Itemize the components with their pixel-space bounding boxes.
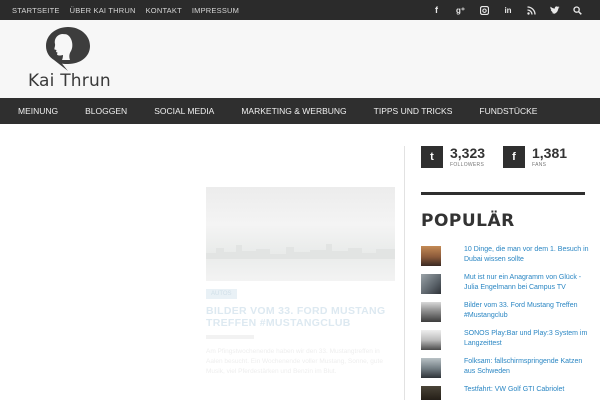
twitter-icon[interactable]: t	[421, 146, 443, 168]
popular-list: 10 Dinge, die man vor dem 1. Besuch in D…	[421, 245, 591, 400]
article-excerpt: Am Pfingstwochenende haben wir den 33. M…	[206, 348, 383, 375]
sidebar-divider	[404, 146, 405, 400]
popular-thumbnail[interactable]	[421, 274, 441, 294]
article-title[interactable]: BILDER VOM 33. FORD MUSTANG TREFFEN #MUS…	[206, 305, 395, 329]
linkedin-icon[interactable]: in	[503, 6, 513, 15]
popular-link[interactable]: Testfahrt: VW Golf GTI Cabriolet	[464, 385, 591, 395]
top-link-startseite[interactable]: STARTSEITE	[12, 6, 60, 15]
nav-item-bloggen[interactable]: BLOGGEN	[85, 106, 127, 116]
nav-item-social-media[interactable]: SOCIAL MEDIA	[154, 106, 214, 116]
popular-thumbnail[interactable]	[421, 330, 441, 350]
top-link-ueber[interactable]: ÜBER KAI THRUN	[70, 6, 136, 15]
site-header: Kai Thrun	[0, 20, 600, 98]
top-link-kontakt[interactable]: KONTAKT	[146, 6, 182, 15]
facebook-label: FANS	[532, 162, 547, 168]
top-nav: STARTSEITE ÜBER KAI THRUN KONTAKT IMPRES…	[12, 0, 239, 20]
facebook-icon[interactable]: f	[503, 146, 525, 168]
nav-item-tipps[interactable]: TIPPS UND TRICKS	[374, 106, 453, 116]
facebook-icon[interactable]: f	[432, 5, 441, 15]
popular-link[interactable]: Folksam: fallschirmspringende Katzen aus…	[464, 357, 591, 377]
popular-link[interactable]: Mut ist nur ein Anagramm von Glück - Jul…	[464, 273, 591, 293]
twitter-count: 3,323	[450, 145, 486, 161]
popular-link[interactable]: SONOS Play:Bar und Play:3 System im Lang…	[464, 329, 591, 349]
facebook-counter[interactable]: f 1,381 FANS	[503, 146, 567, 168]
rss-icon[interactable]	[527, 5, 536, 15]
article-card: AUTOS BILDER VOM 33. FORD MUSTANG TREFFE…	[206, 187, 395, 377]
popular-thumbnail[interactable]	[421, 302, 441, 322]
nav-item-fundstuecke[interactable]: FUNDSTÜCKE	[479, 106, 537, 116]
logo-icon[interactable]	[42, 26, 92, 72]
top-bar: STARTSEITE ÜBER KAI THRUN KONTAKT IMPRES…	[0, 0, 600, 20]
twitter-label: FOLLOWERS	[450, 162, 485, 168]
popular-link[interactable]: 10 Dinge, die man vor dem 1. Besuch in D…	[464, 245, 591, 265]
popular-item[interactable]: Folksam: fallschirmspringende Katzen aus…	[421, 357, 591, 385]
popular-heading: POPULÄR	[421, 211, 515, 231]
popular-item[interactable]: Bilder vom 33. Ford Mustang Treffen #Mus…	[421, 301, 591, 329]
popular-item[interactable]: Testfahrt: VW Golf GTI Cabriolet	[421, 385, 591, 400]
facebook-count: 1,381	[532, 145, 568, 161]
popular-item[interactable]: Mut ist nur ein Anagramm von Glück - Jul…	[421, 273, 591, 301]
main-nav: MEINUNG BLOGGEN SOCIAL MEDIA MARKETING &…	[0, 98, 600, 124]
nav-item-meinung[interactable]: MEINUNG	[18, 106, 58, 116]
popular-link[interactable]: Bilder vom 33. Ford Mustang Treffen #Mus…	[464, 301, 591, 321]
article-image[interactable]	[206, 187, 395, 281]
popular-rule	[421, 192, 585, 195]
article-meta	[206, 335, 254, 339]
search-icon[interactable]	[573, 5, 582, 15]
popular-item[interactable]: SONOS Play:Bar und Play:3 System im Lang…	[421, 329, 591, 357]
category-badge[interactable]: AUTOS	[206, 289, 237, 299]
top-link-impressum[interactable]: IMPRESSUM	[192, 6, 239, 15]
popular-thumbnail[interactable]	[421, 246, 441, 266]
popular-thumbnail[interactable]	[421, 386, 441, 400]
google-plus-icon[interactable]: g⁺	[455, 6, 466, 15]
nav-item-marketing[interactable]: MARKETING & WERBUNG	[241, 106, 346, 116]
social-links: f g⁺ in	[432, 0, 582, 20]
instagram-icon[interactable]	[480, 5, 489, 15]
twitter-icon[interactable]	[550, 5, 560, 15]
site-name[interactable]: Kai Thrun	[28, 71, 111, 91]
twitter-counter[interactable]: t 3,323 FOLLOWERS	[421, 146, 485, 168]
popular-item[interactable]: 10 Dinge, die man vor dem 1. Besuch in D…	[421, 245, 591, 273]
popular-thumbnail[interactable]	[421, 358, 441, 378]
